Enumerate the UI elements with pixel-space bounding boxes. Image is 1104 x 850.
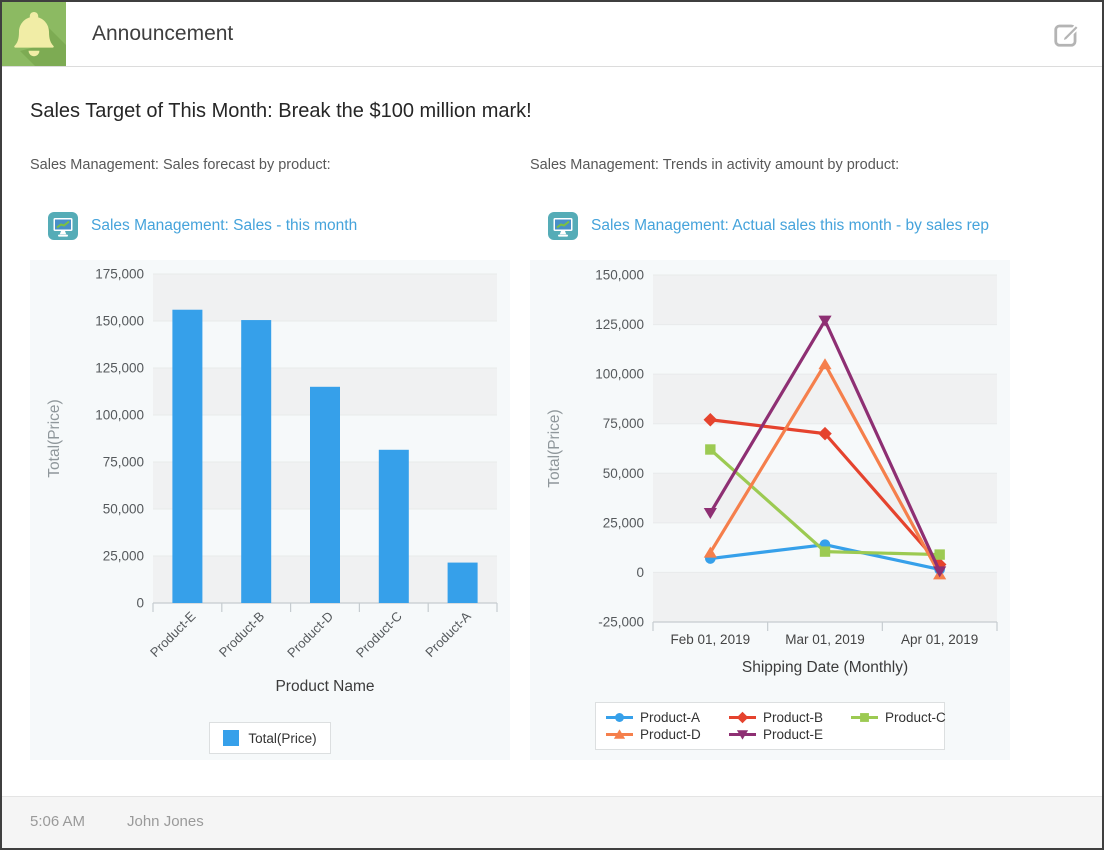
y-tick-label: 25,000 [603, 515, 644, 530]
y-tick-label: 150,000 [95, 314, 144, 329]
x-axis-title: Product Name [275, 678, 374, 695]
marker-Product-C [934, 549, 944, 559]
y-tick-label: 75,000 [103, 455, 144, 470]
header: Announcement [2, 2, 1102, 67]
x-axis-title: Shipping Date (Monthly) [742, 659, 908, 676]
legend-swatch [223, 730, 239, 746]
legend-label: Product-D [640, 727, 701, 742]
x-tick-label: Product-C [353, 609, 405, 661]
y-tick-label: 175,000 [95, 267, 144, 282]
legend-marker-icon [606, 728, 633, 741]
bar-chart-panel: 175,000 150,000 125,000 100,000 75,000 50,000… [30, 260, 510, 760]
legend-label: Product-E [763, 727, 823, 742]
marker-Product-D [704, 547, 717, 558]
headline: Sales Target of This Month: Break the $1… [30, 100, 532, 123]
edit-button[interactable] [1052, 19, 1082, 49]
grid-stripe [653, 473, 997, 523]
legend-item-Product-D: Product-D [606, 727, 729, 742]
legend-label: Product-B [763, 710, 823, 725]
y-tick-label: 0 [636, 565, 644, 580]
announcement-page: Announcement Sales Target of This Month:… [0, 0, 1104, 850]
legend-marker [615, 713, 624, 722]
edit-icon [1052, 19, 1082, 49]
line-chart-legend: Product-A Product-B Product-C Product-D Prod… [595, 702, 945, 750]
y-axis-title: Total(Price) [46, 399, 63, 477]
y-tick-label: 50,000 [103, 502, 144, 517]
legend-marker [737, 712, 749, 724]
marker-Product-C [820, 546, 830, 556]
legend-item-Product-C: Product-C [851, 710, 946, 725]
legend-marker [860, 713, 869, 722]
grid-stripe [653, 374, 997, 424]
x-tick-label: Product-B [216, 609, 267, 660]
bar-Product-B [241, 320, 271, 603]
line-chart: 150,000 125,000 100,000 75,000 50,000 25,000 0… [530, 260, 1010, 680]
bar-Product-D [310, 387, 340, 603]
y-tick-label: 50,000 [603, 466, 644, 481]
legend-marker-icon [729, 711, 756, 724]
legend-label: Total(Price) [248, 731, 316, 746]
section-label-right: Sales Management: Trends in activity amo… [530, 157, 899, 173]
y-tick-label: 0 [136, 596, 144, 611]
grid-stripe [153, 274, 497, 321]
x-tick-label: Product-D [284, 609, 336, 661]
marker-Product-C [705, 444, 715, 454]
x-tick-label: Product-A [422, 608, 474, 660]
post-author[interactable]: John Jones [127, 813, 204, 830]
chart-link-left: Sales Management: Sales - this month [48, 212, 357, 240]
post-time: 5:06 AM [30, 813, 85, 830]
y-tick-label: 125,000 [595, 317, 644, 332]
y-tick-label: 25,000 [103, 549, 144, 564]
legend-item-Product-E: Product-E [729, 727, 851, 742]
bar-Product-A [448, 563, 478, 603]
legend-label: Product-A [640, 710, 700, 725]
page-title: Announcement [92, 22, 233, 46]
legend-marker-icon [851, 711, 878, 724]
bar-chart-legend: Total(Price) [209, 722, 330, 754]
x-tick-label: Apr 01, 2019 [901, 632, 978, 647]
chart-link-right: Sales Management: Actual sales this mont… [548, 212, 989, 240]
chart-app-icon [548, 212, 578, 240]
y-tick-label: 100,000 [95, 408, 144, 423]
chart-link-left-text[interactable]: Sales Management: Sales - this month [91, 217, 357, 235]
line-chart-panel: 150,000 125,000 100,000 75,000 50,000 25,000 0… [530, 260, 1010, 760]
chart-app-icon [48, 212, 78, 240]
y-tick-label: 125,000 [95, 361, 144, 376]
bell-icon [2, 2, 66, 66]
bar-chart: 175,000 150,000 125,000 100,000 75,000 50,000… [30, 260, 510, 705]
y-axis-title: Total(Price) [546, 409, 563, 487]
footer: 5:06 AM John Jones [2, 796, 1102, 848]
marker-Product-D [818, 358, 831, 369]
x-tick-label: Product-E [147, 608, 199, 660]
legend-marker-icon [606, 711, 633, 724]
y-tick-label: 75,000 [603, 416, 644, 431]
grid-stripe [653, 572, 997, 622]
bar-Product-E [172, 310, 202, 603]
legend-item-Product-A: Product-A [606, 710, 729, 725]
x-tick-label: Feb 01, 2019 [671, 632, 751, 647]
y-tick-label: 100,000 [595, 367, 644, 382]
legend-label: Product-C [885, 710, 946, 725]
chart-link-right-text[interactable]: Sales Management: Actual sales this mont… [591, 217, 989, 235]
legend-item-Product-B: Product-B [729, 710, 851, 725]
section-label-left: Sales Management: Sales forecast by prod… [30, 157, 331, 173]
bar-Product-C [379, 450, 409, 603]
legend-marker-icon [729, 728, 756, 741]
y-tick-label: 150,000 [595, 268, 644, 283]
y-tick-label: -25,000 [598, 615, 644, 630]
x-tick-label: Mar 01, 2019 [785, 632, 865, 647]
